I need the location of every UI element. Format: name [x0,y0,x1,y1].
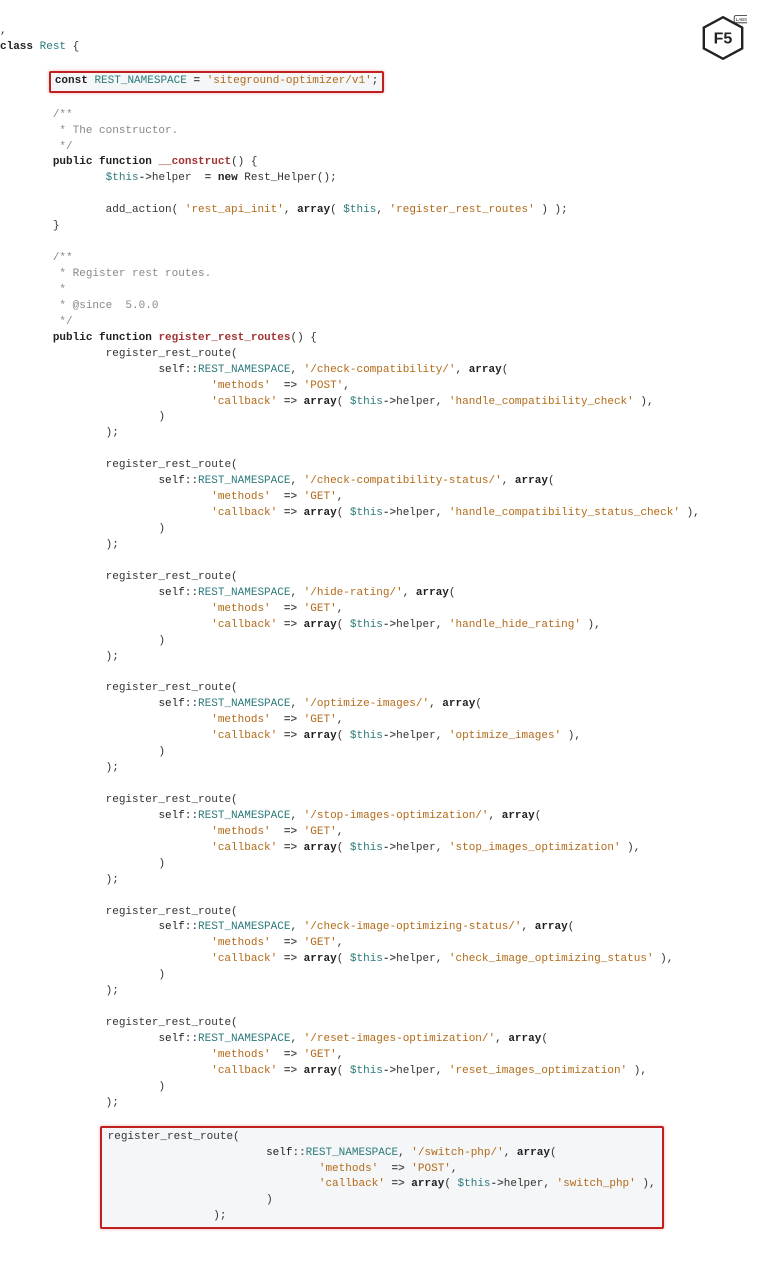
class-name: Rest [40,41,66,53]
route-block: register_rest_route( self::REST_NAMESPAC… [0,794,640,886]
route-block: register_rest_route( self::REST_NAMESPAC… [0,906,673,998]
f5-labs-logo: F5 LABS [699,14,747,62]
comment: */ [53,141,73,153]
route-block: register_rest_route( self::REST_NAMESPAC… [0,571,601,663]
comment: * @since 5.0.0 [53,300,159,312]
comment: * [53,284,66,296]
svg-text:LABS: LABS [736,17,747,22]
comment: * Register rest routes. [53,268,211,280]
route-block: register_rest_route( self::REST_NAMESPAC… [0,459,700,551]
fn-register-rest-routes: register_rest_routes [158,332,290,344]
code-block: , class Rest { const REST_NAMESPACE = 's… [0,0,763,1263]
keyword-class: class [0,41,33,53]
comment: /** [53,109,73,121]
svg-text:F5: F5 [714,31,733,48]
highlight-namespace-const: const REST_NAMESPACE = 'siteground-optim… [49,71,385,93]
comment: /** [53,252,73,264]
comment: */ [53,316,73,328]
fn-construct: __construct [158,156,231,168]
route-block: register_rest_route( self::REST_NAMESPAC… [0,348,654,440]
route-block: register_rest_route( self::REST_NAMESPAC… [0,1017,647,1109]
highlight-switch-php-route: register_rest_route( self::REST_NAMESPAC… [0,1210,658,1222]
route-block: register_rest_route( self::REST_NAMESPAC… [0,682,581,774]
comment: * The constructor. [53,125,178,137]
